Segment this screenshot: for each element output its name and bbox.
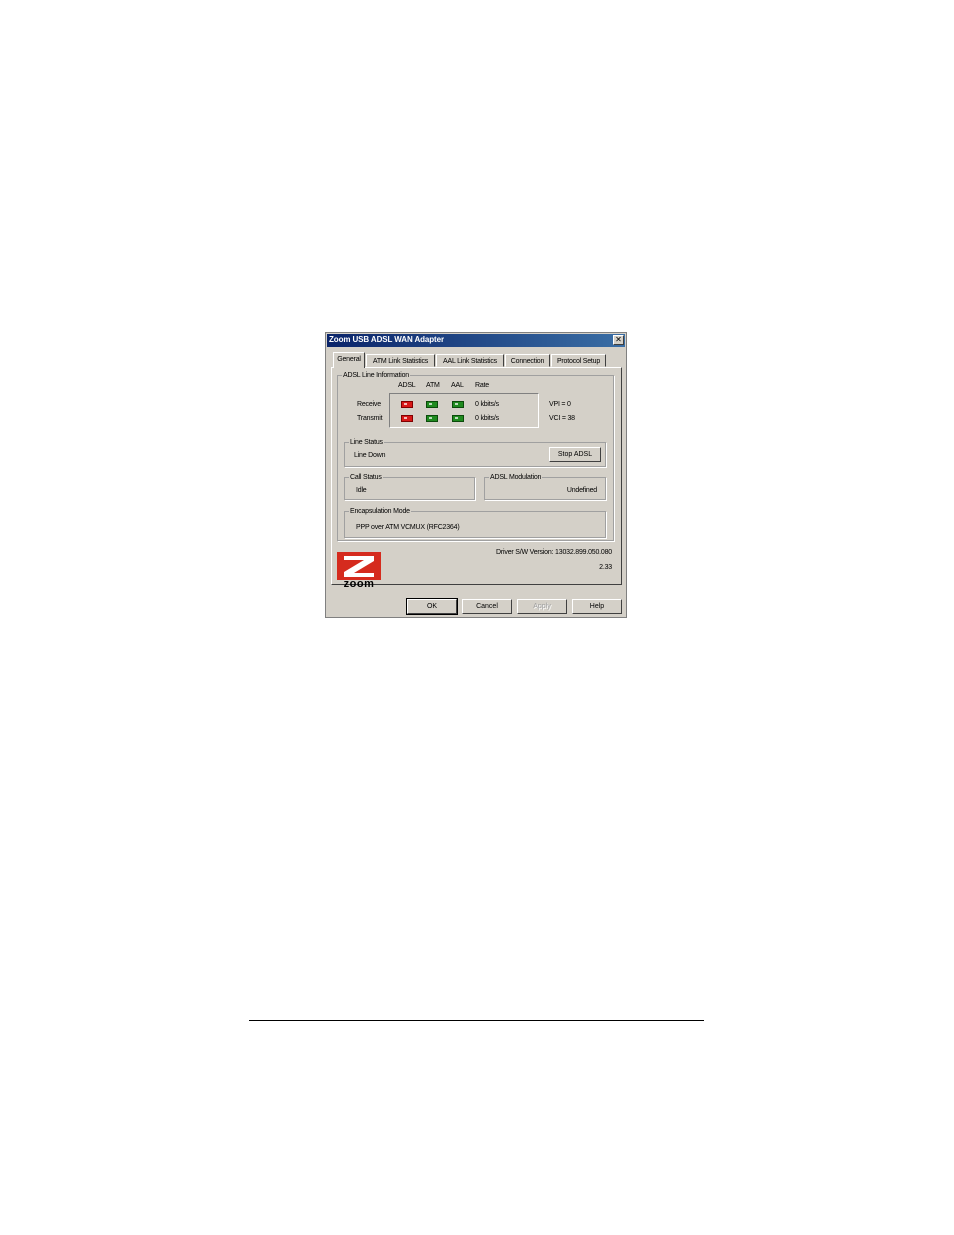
close-icon[interactable]: ✕	[613, 335, 624, 345]
title-bar[interactable]: Zoom USB ADSL WAN Adapter ✕	[327, 334, 625, 347]
driver-version: Driver S/W Version: 13032.899.050.080	[496, 549, 612, 556]
help-button[interactable]: Help	[572, 599, 622, 614]
transmit-aal-led-icon	[452, 415, 464, 422]
call-status-group: Call Status Idle	[344, 473, 475, 500]
ok-button[interactable]: OK	[406, 598, 458, 615]
vpi-value: VPI = 0	[549, 401, 571, 408]
adsl-modulation-label: ADSL Modulation	[489, 473, 543, 482]
apply-button[interactable]: Apply	[517, 599, 567, 614]
page-footer-rule	[249, 1020, 704, 1021]
adapter-properties-dialog: Zoom USB ADSL WAN Adapter ✕ General ATM …	[325, 332, 627, 618]
encapsulation-mode-label: Encapsulation Mode	[349, 507, 411, 516]
tab-atm-link-statistics[interactable]: ATM Link Statistics	[366, 354, 435, 367]
header-atm: ATM	[426, 382, 440, 389]
call-status-label: Call Status	[349, 473, 383, 482]
adsl-line-information-label: ADSL Line Information	[342, 371, 410, 380]
receive-aal-led-icon	[452, 401, 464, 408]
adsl-modulation-group: ADSL Modulation Undefined	[484, 473, 606, 500]
vci-value: VCI = 38	[549, 415, 575, 422]
receive-label: Receive	[357, 401, 381, 408]
tab-connection[interactable]: Connection	[505, 354, 550, 367]
transmit-rate: 0 kbits/s	[475, 415, 499, 422]
zoom-logo: zoom	[337, 552, 381, 590]
window-title: Zoom USB ADSL WAN Adapter	[329, 335, 444, 344]
tab-general[interactable]: General	[333, 352, 365, 368]
transmit-adsl-led-icon	[401, 415, 413, 422]
encapsulation-mode-group: Encapsulation Mode PPP over ATM VCMUX (R…	[344, 507, 606, 538]
driver-sub-version: 2.33	[599, 564, 612, 571]
call-status-value: Idle	[356, 487, 367, 494]
zoom-z-logo-icon	[337, 552, 381, 580]
header-rate: Rate	[475, 382, 489, 389]
receive-adsl-led-icon	[401, 401, 413, 408]
receive-atm-led-icon	[426, 401, 438, 408]
line-status-group: Line Status Line Down Stop ADSL	[344, 438, 606, 467]
line-status-value: Line Down	[354, 452, 386, 459]
adsl-modulation-value: Undefined	[566, 487, 597, 494]
header-aal: AAL	[451, 382, 464, 389]
line-status-label: Line Status	[349, 438, 384, 447]
transmit-atm-led-icon	[426, 415, 438, 422]
encapsulation-mode-value: PPP over ATM VCMUX (RFC2364)	[356, 524, 460, 531]
tab-protocol-setup[interactable]: Protocol Setup	[551, 354, 606, 367]
status-indicator-box	[389, 393, 539, 428]
receive-rate: 0 kbits/s	[475, 401, 499, 408]
adsl-line-information-group: ADSL Line Information ADSL ATM AAL Rate …	[337, 371, 614, 541]
header-adsl: ADSL	[398, 382, 416, 389]
tab-aal-link-statistics[interactable]: AAL Link Statistics	[436, 354, 504, 367]
cancel-button[interactable]: Cancel	[462, 599, 512, 614]
transmit-label: Transmit	[357, 415, 383, 422]
stop-adsl-button[interactable]: Stop ADSL	[549, 447, 601, 462]
zoom-logo-text: zoom	[343, 578, 375, 590]
